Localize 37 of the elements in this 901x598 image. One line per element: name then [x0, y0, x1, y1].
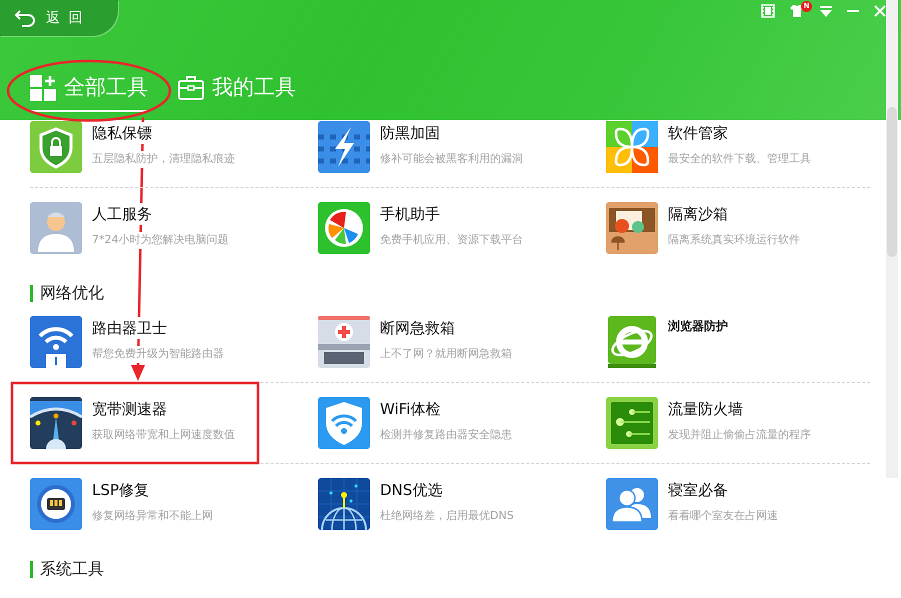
tool-title[interactable]: 路由器卫士 [92, 317, 167, 339]
menu-icon [819, 4, 833, 18]
signal-lines-icon[interactable] [606, 397, 658, 449]
pie-wheel-icon[interactable] [318, 202, 370, 254]
video-icon [761, 4, 775, 18]
first-aid-box-icon[interactable] [318, 316, 370, 368]
shield-lock-icon[interactable] [30, 121, 82, 173]
section-title: 网络优化 [40, 284, 104, 302]
close-button[interactable] [873, 4, 887, 18]
wifi-router-icon[interactable] [30, 316, 82, 368]
briefcase-icon [178, 74, 204, 101]
speedometer-icon[interactable] [30, 397, 82, 449]
tool-description: 帮您免费升级为智能路由器 [92, 346, 224, 362]
four-leaf-icon[interactable] [606, 121, 658, 173]
tool-title[interactable]: 浏览器防护 [668, 317, 728, 335]
tool-description: 五层隐私防护，清理隐私痕迹 [92, 151, 235, 168]
network-port-icon[interactable] [30, 478, 82, 530]
picture-umbrella-icon[interactable] [606, 202, 658, 254]
back-arrow-icon [14, 9, 36, 27]
scrollbar-thumb[interactable] [887, 107, 897, 257]
globe-antenna-icon[interactable] [318, 478, 370, 530]
video-button[interactable] [761, 4, 775, 18]
scrollbar[interactable] [886, 0, 898, 478]
two-people-icon[interactable] [606, 478, 658, 530]
section-title: 系统工具 [40, 560, 104, 578]
wifi-shield-icon[interactable] [318, 397, 370, 449]
tool-description: 7*24小时为您解决电脑问题 [92, 232, 228, 248]
minimize-icon [847, 10, 859, 12]
tool-title[interactable]: 隐私保镖 [92, 122, 152, 144]
close-icon [873, 4, 887, 18]
tool-title[interactable]: 人工服务 [92, 203, 152, 225]
globe-orbit-icon[interactable] [606, 316, 658, 368]
grid-plus-icon [30, 74, 56, 101]
section-marker [30, 560, 33, 578]
menu-button[interactable] [819, 4, 833, 18]
section-marker [30, 284, 33, 302]
lightning-icon[interactable] [318, 121, 370, 173]
